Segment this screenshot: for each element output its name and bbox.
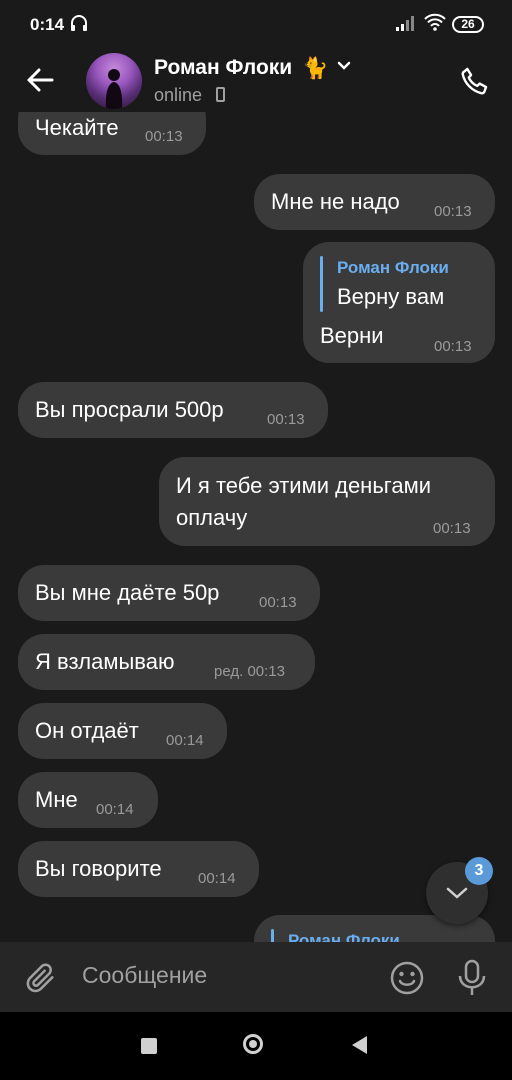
status-time: 0:14 <box>30 15 65 34</box>
reply-quote-bar <box>320 256 323 312</box>
message-text: Чекайте <box>35 115 119 140</box>
message-list[interactable]: Чекайте 00:13 Мне не надо 00:13 Роман Фл… <box>0 112 512 942</box>
message-text: И я тебе этими деньгами <box>176 473 431 498</box>
message-time: 00:13 <box>434 338 472 355</box>
message-text: Верни <box>320 323 384 348</box>
message-bubble[interactable]: Он отдаёт 00:14 <box>18 703 227 759</box>
chevron-down-icon[interactable] <box>336 60 352 72</box>
reply-quote-bar <box>271 929 274 942</box>
message-text: Вы просрали 500р <box>35 397 224 422</box>
paperclip-icon[interactable] <box>24 960 58 996</box>
message-time: 00:14 <box>166 732 204 749</box>
message-bubble[interactable]: Роман Флоки Верну вам Верни 00:13 <box>303 242 495 363</box>
message-time: 00:13 <box>145 128 183 145</box>
recent-apps-button[interactable] <box>141 1038 157 1054</box>
message-composer: Сообщение <box>0 942 512 1012</box>
headphones-icon <box>71 15 87 31</box>
contact-status: online <box>154 85 203 105</box>
message-time: 00:13 <box>434 203 472 220</box>
message-bubble[interactable]: Вы говорите 00:14 <box>18 841 259 897</box>
cat-emoji: 🐈 <box>302 57 329 80</box>
battery-indicator: 26 <box>452 16 484 33</box>
reply-sender-name[interactable]: Роман Флоки <box>288 931 400 942</box>
system-navigation-bar <box>0 1012 512 1080</box>
message-bubble[interactable]: Вы просрали 500р 00:13 <box>18 382 328 438</box>
call-icon[interactable] <box>458 64 492 98</box>
message-text: Он отдаёт <box>35 718 139 743</box>
message-text: оплачу <box>176 505 248 530</box>
status-bar: 0:14 26 <box>0 0 512 50</box>
microphone-icon[interactable] <box>456 959 488 997</box>
signal-icon <box>396 16 414 31</box>
back-arrow-icon[interactable] <box>24 64 56 96</box>
unread-count-badge: 3 <box>465 857 493 885</box>
avatar-silhouette <box>105 69 123 109</box>
chat-header: Роман Флоки 🐈 online <box>0 50 512 112</box>
message-time: 00:13 <box>267 411 305 428</box>
emoji-icon[interactable] <box>389 960 425 996</box>
wifi-icon <box>424 13 446 31</box>
message-bubble[interactable]: Мне 00:14 <box>18 772 158 828</box>
message-text: Вы говорите <box>35 856 162 881</box>
message-input[interactable]: Сообщение <box>82 962 372 989</box>
message-time: 00:13 <box>433 520 471 537</box>
message-time: ред. 00:13 <box>214 663 285 680</box>
message-text: Вы мне даёте 50р <box>35 580 220 605</box>
system-back-button[interactable] <box>352 1036 367 1054</box>
message-text: Мне не надо <box>271 189 400 214</box>
message-bubble[interactable]: И я тебе этими деньгами оплачу 00:13 <box>159 457 495 546</box>
message-text: Я взламываю <box>35 649 175 674</box>
mobile-device-icon <box>216 87 225 102</box>
message-bubble[interactable]: Я взламываю ред. 00:13 <box>18 634 315 690</box>
message-bubble[interactable]: Вы мне даёте 50р 00:13 <box>18 565 320 621</box>
reply-sender-name[interactable]: Роман Флоки <box>337 258 449 278</box>
message-time: 00:14 <box>198 870 236 887</box>
contact-name[interactable]: Роман Флоки <box>154 56 292 80</box>
message-time: 00:14 <box>96 801 134 818</box>
reply-quoted-text[interactable]: Верну вам <box>337 284 444 310</box>
home-button[interactable] <box>243 1034 263 1054</box>
message-bubble[interactable]: Чекайте 00:13 <box>18 112 206 155</box>
message-time: 00:13 <box>259 594 297 611</box>
message-text: Мне <box>35 787 78 812</box>
chevron-down-icon <box>446 887 468 899</box>
message-bubble[interactable]: Мне не надо 00:13 <box>254 174 495 230</box>
avatar[interactable] <box>86 53 142 109</box>
